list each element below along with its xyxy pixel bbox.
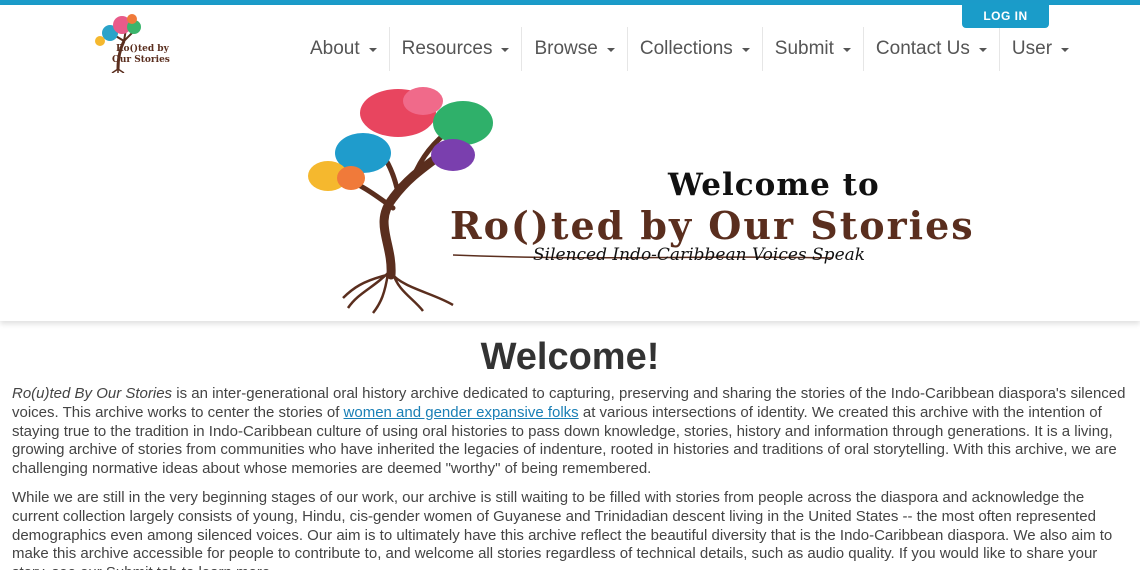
nav-item-contact-us[interactable]: Contact Us — [862, 27, 999, 71]
nav-item-submit[interactable]: Submit — [761, 27, 863, 71]
nav-item-collections[interactable]: Collections — [626, 27, 762, 71]
caret-down-icon — [1061, 48, 1070, 52]
caret-down-icon — [978, 48, 987, 52]
hero-brand-name: Ro()ted by Our Stories — [450, 203, 975, 248]
nav-item-browse[interactable]: Browse — [521, 27, 626, 71]
nav-item-label: User — [1011, 38, 1053, 59]
site-header: Ro()ted by Our Stories About Resources Bro… — [0, 5, 1140, 321]
intro-paragraph-1: Ro(u)ted By Our Stories is an inter-gene… — [12, 385, 1130, 479]
caret-down-icon — [368, 48, 377, 52]
nav-item-label: Contact Us — [875, 38, 970, 59]
login-button[interactable]: LOG IN — [962, 3, 1049, 28]
women-gender-expansive-link[interactable]: women and gender expansive folks — [344, 404, 579, 421]
logo-text-line1: Ro()ted by — [116, 43, 170, 54]
logo-text-line2: Our Stories — [112, 55, 170, 65]
nav-item-resources[interactable]: Resources — [388, 27, 522, 71]
caret-down-icon — [501, 48, 510, 52]
caret-down-icon — [842, 48, 851, 52]
site-logo[interactable]: Ro()ted by Our Stories — [88, 13, 180, 74]
hero-tagline: Silenced Indo-Caribbean Voices Speak — [533, 245, 866, 265]
archive-name: Ro(u)ted By Our Stories — [12, 385, 173, 402]
nav-item-about[interactable]: About — [298, 27, 389, 71]
nav-item-label: Collections — [639, 38, 733, 59]
nav-item-user[interactable]: User — [998, 27, 1081, 71]
hero-title: Welcome to — [668, 167, 880, 203]
nav-item-label: Resources — [401, 38, 493, 59]
nav-item-label: Browse — [534, 38, 598, 59]
page-heading: Welcome! — [480, 336, 660, 378]
nav-item-label: Submit — [774, 38, 834, 59]
caret-down-icon — [741, 48, 750, 52]
caret-down-icon — [606, 48, 615, 52]
main-nav: About Resources Browse Collections Submit Con… — [298, 27, 1081, 71]
intro-text: Ro(u)ted By Our Stories is an inter-gene… — [12, 385, 1130, 570]
intro-paragraph-2: While we are still in the very beginning… — [12, 488, 1113, 570]
nav-item-label: About — [310, 38, 360, 59]
